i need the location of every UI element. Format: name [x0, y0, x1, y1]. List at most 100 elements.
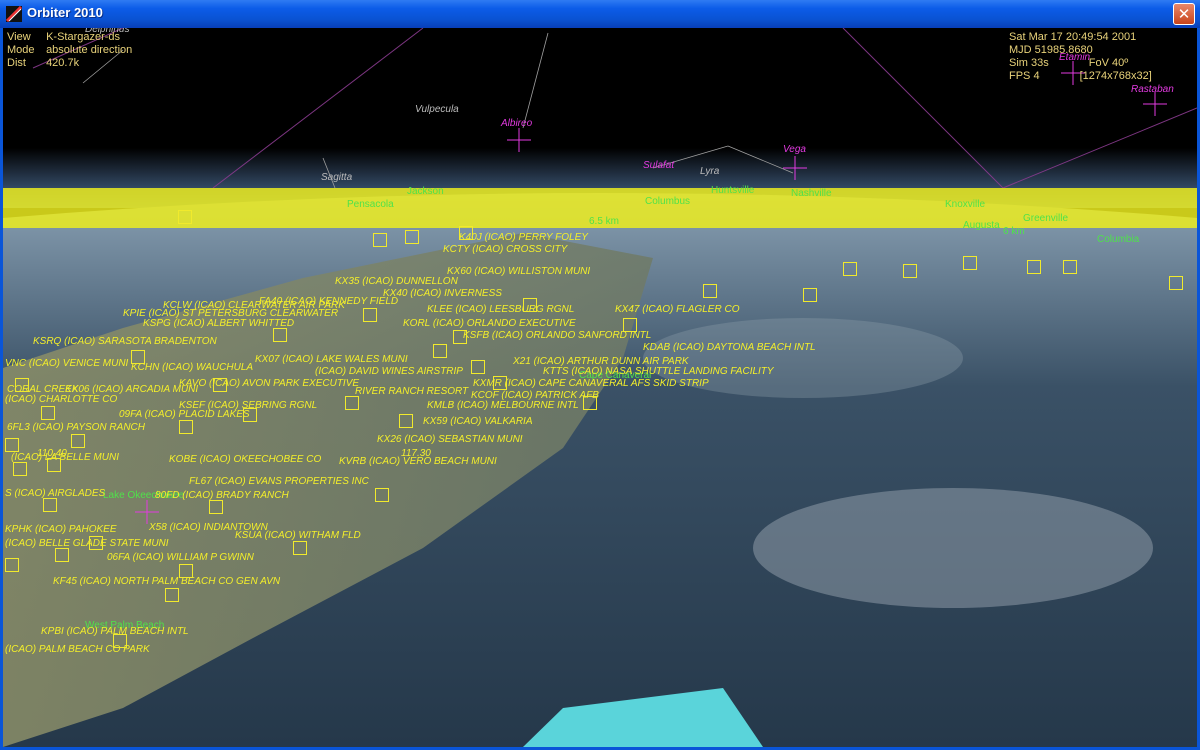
airport-marker: [459, 226, 473, 240]
airport-marker: [453, 330, 467, 344]
airport-marker: [5, 558, 19, 572]
airport-label: KLEE (ICAO) LEESBURG RGNL: [427, 304, 575, 315]
airport-label: KX35 (ICAO) DUNNELLON: [335, 276, 458, 287]
airport-marker: [47, 458, 61, 472]
render-viewport[interactable]: View K-Stargazer-ds Mode absolute direct…: [3, 28, 1197, 747]
airport-marker: [243, 408, 257, 422]
airport-label: 06FA (ICAO) WILLIAM P GWINN: [107, 552, 254, 563]
airport-marker: [843, 262, 857, 276]
airport-marker: [703, 284, 717, 298]
airport-marker: [13, 462, 27, 476]
star-label: Sulafat: [643, 160, 675, 171]
city-label: Augusta: [963, 220, 1000, 231]
airport-label: KX40 (ICAO) INVERNESS: [383, 288, 502, 299]
airport-label: KCHN (ICAO) WAUCHULA: [131, 362, 254, 373]
city-label: Huntsville: [711, 185, 755, 196]
frequency-label: 117.30: [401, 448, 431, 459]
airport-marker: [71, 434, 85, 448]
airport-marker: [373, 233, 387, 247]
airport-marker: [113, 634, 127, 648]
airport-label: KOBE (ICAO) OKEECHOBEE CO: [169, 454, 322, 465]
airport-label: KAVO (ICAO) AVON PARK EXECUTIVE: [179, 378, 360, 389]
star-label: Rastaban: [1131, 84, 1174, 95]
airport-marker: [293, 541, 307, 555]
airport-marker: [1027, 260, 1041, 274]
airport-label: (ICAO) BELLE GLADE STATE MUNI: [5, 538, 169, 549]
constellation-label: Delphinus: [85, 28, 130, 35]
airport-label: FL67 (ICAO) EVANS PROPERTIES INC: [189, 476, 369, 487]
star-label: Vega: [783, 144, 806, 155]
airport-label: KCTY (ICAO) CROSS CITY: [443, 244, 568, 255]
airport-marker: [55, 548, 69, 562]
airport-marker: [405, 230, 419, 244]
airport-label: KXMR (ICAO) CAPE CANAVERAL AFS SKID STRI…: [473, 378, 709, 389]
airport-label: KDAB (ICAO) DAYTONA BEACH INTL: [643, 342, 816, 353]
airport-marker: [209, 500, 223, 514]
airport-marker: [903, 264, 917, 278]
airport-marker: [41, 406, 55, 420]
airport-marker: [43, 498, 57, 512]
hud-fps: FPS 4 [1274x768x32]: [1009, 70, 1152, 82]
application-window: Orbiter 2010 ✕ View K-Stargazer-ds Mode …: [0, 0, 1200, 750]
airport-label: (ICAO) DAVID WINES AIRSTRIP: [315, 366, 463, 377]
airport-marker: [399, 414, 413, 428]
airport-marker: [523, 298, 537, 312]
airport-label: KX60 (ICAO) WILLISTON MUNI: [447, 266, 591, 277]
airport-marker: [273, 328, 287, 342]
star-label: Albireo: [501, 118, 533, 129]
airport-marker: [963, 256, 977, 270]
airport-marker: [1169, 276, 1183, 290]
airport-marker: [345, 396, 359, 410]
hud-row: Dist 420.7k: [7, 57, 80, 69]
airport-label: KORL (ICAO) ORLANDO EXECUTIVE: [403, 318, 576, 329]
airport-label: KX59 (ICAO) VALKARIA: [423, 416, 533, 427]
close-icon: ✕: [1177, 5, 1191, 23]
airport-marker: [493, 376, 507, 390]
airport-marker: [179, 564, 193, 578]
airport-marker: [803, 288, 817, 302]
airport-marker: [131, 350, 145, 364]
airport-label: KX07 (ICAO) LAKE WALES MUNI: [255, 354, 408, 365]
airport-label: (ICAO) PALM BEACH CO PARK: [5, 644, 150, 655]
airport-marker: [1063, 260, 1077, 274]
city-label: Knoxville: [945, 199, 986, 210]
airport-label: KPHK (ICAO) PAHOKEE: [5, 524, 117, 535]
airport-marker: [433, 344, 447, 358]
airport-label: KF45 (ICAO) NORTH PALM BEACH CO GEN AVN: [53, 576, 281, 587]
airport-marker: [623, 318, 637, 332]
airport-marker: [179, 420, 193, 434]
distance-label: 6.5 km: [589, 216, 620, 227]
airport-label: KCOF (ICAO) PATRICK AFB: [471, 390, 599, 401]
airport-label: KMLB (ICAO) MELBOURNE INTL: [427, 400, 579, 411]
airport-marker: [363, 308, 377, 322]
city-label: Nashville: [791, 188, 832, 199]
airport-marker: [165, 588, 179, 602]
city-label: Columbia: [1097, 234, 1140, 245]
window-title: Orbiter 2010: [27, 5, 103, 20]
close-button[interactable]: ✕: [1173, 3, 1195, 25]
airport-label: KSRQ (ICAO) SARASOTA BRADENTON: [33, 336, 217, 347]
city-label: Pensacola: [347, 199, 394, 210]
city-label: Jackson: [407, 186, 444, 197]
airport-label: 6FL3 (ICAO) PAYSON RANCH: [7, 422, 145, 433]
airport-label: (ICAO) CHARLOTTE CO: [5, 394, 118, 405]
star-label: Etamin: [1059, 52, 1091, 63]
airport-label: KX47 (ICAO) FLAGLER CO: [615, 304, 740, 315]
constellation-label: Lyra: [700, 166, 720, 177]
airport-label: FA40 (ICAO) KENNEDY FIELD: [259, 296, 399, 307]
airport-marker: [89, 536, 103, 550]
airport-marker: [178, 210, 192, 224]
hud-row: Mode absolute direction: [7, 44, 133, 56]
airport-label: RIVER RANCH RESORT: [355, 386, 469, 397]
orbiter-app-icon: [6, 6, 22, 22]
hud-camera-info: View K-Stargazer-ds Mode absolute direct…: [7, 31, 132, 70]
constellation-label: Sagitta: [321, 172, 353, 183]
airport-label: KX26 (ICAO) SEBASTIAN MUNI: [377, 434, 523, 445]
airport-marker: [471, 360, 485, 374]
airport-label: X58 (ICAO) INDIANTOWN: [149, 522, 268, 533]
airport-label: K40J (ICAO) PERRY FOLEY: [459, 232, 588, 243]
title-bar[interactable]: Orbiter 2010 ✕: [0, 0, 1200, 28]
airport-label: KTTS (ICAO) NASA SHUTTLE LANDING FACILIT…: [543, 366, 774, 377]
constellation-label: Vulpecula: [415, 104, 459, 115]
hud-date: Sat Mar 17 20:49:54 2001: [1009, 31, 1137, 43]
